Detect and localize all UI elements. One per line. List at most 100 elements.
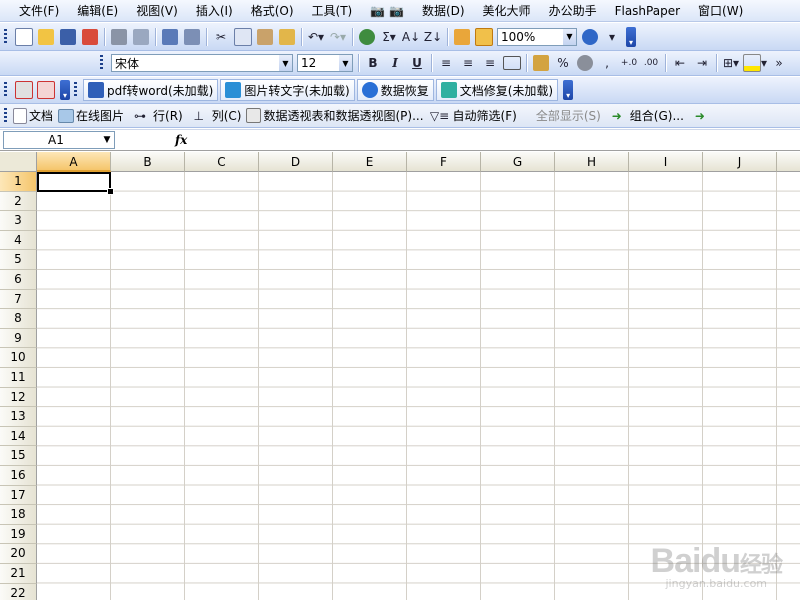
row-header-10[interactable]: 10 [0,348,37,368]
column-header-c[interactable]: C [185,152,259,172]
column-header-e[interactable]: E [333,152,407,172]
row-header-6[interactable]: 6 [0,270,37,290]
save-icon[interactable] [58,27,78,47]
open-icon[interactable] [36,27,56,47]
row-header-20[interactable]: 20 [0,544,37,564]
pivot-table-icon[interactable] [246,108,262,123]
fill-color-icon[interactable]: ▾ [743,53,767,73]
print-icon[interactable] [109,27,129,47]
function-icon[interactable]: fx [175,133,187,147]
euro-icon[interactable] [575,53,595,73]
chevron-down-icon[interactable]: ▼ [339,55,352,71]
italic-button[interactable]: I [385,53,405,73]
image-to-text-button[interactable]: 图片转文字(未加载) [220,79,355,101]
percent-button[interactable]: % [553,53,573,73]
borders-icon[interactable]: ⊞▾ [721,53,741,73]
drawing-icon[interactable] [474,27,494,47]
document-repair-button[interactable]: 文档修复(未加载) [435,79,559,101]
row-header-13[interactable]: 13 [0,407,37,427]
autofilter-icon[interactable]: ▽≡ [430,106,450,126]
new-icon[interactable] [14,27,34,47]
menu-office-assistant[interactable]: 办公助手 [540,0,606,22]
spelling-icon[interactable] [160,27,180,47]
row-header-17[interactable]: 17 [0,485,37,506]
toolbar-handle[interactable] [74,82,77,98]
menu-view[interactable]: 视图(V) [127,0,187,22]
menu-format[interactable]: 格式(O) [242,0,303,22]
column-header-f[interactable]: F [407,152,481,172]
zoom-select[interactable]: 100% ▼ [497,27,577,46]
fill-handle[interactable] [107,188,114,195]
sort-ascending-icon[interactable]: A↓ [401,27,421,47]
name-box[interactable]: A1 ▼ [3,131,115,149]
column-header-b[interactable]: B [111,152,185,172]
document-icon[interactable] [13,107,27,124]
row-header-9[interactable]: 9 [0,328,37,349]
active-cell[interactable] [37,172,111,192]
data-recovery-button[interactable]: 数据恢复 [356,79,434,101]
row-header-22[interactable]: 22 [0,583,37,600]
column-header-d[interactable]: D [259,152,333,172]
row-header-21[interactable]: 21 [0,564,37,584]
row-header-15[interactable]: 15 [0,446,37,466]
undo-icon[interactable]: ↶▾ [306,27,326,47]
hyperlink-icon[interactable] [357,27,377,47]
column-header-j[interactable]: J [703,152,777,172]
font-name-select[interactable]: 宋体 ▼ [111,54,293,72]
row-header-16[interactable]: 16 [0,466,37,486]
show-all-button[interactable]: 全部显示(S) [536,107,601,124]
row-header-14[interactable]: 14 [0,426,37,447]
menu-flashpaper[interactable]: FlashPaper [606,0,689,22]
menu-beautify[interactable]: 美化大师 [474,0,540,22]
print-preview-icon[interactable] [131,27,151,47]
toolbar-options-icon[interactable]: ▾ [626,26,636,47]
copy-icon[interactable] [233,27,253,47]
autosum-icon[interactable]: Σ▾ [379,27,399,47]
formula-input[interactable] [195,131,800,149]
column-icon[interactable]: ⊥ [189,106,209,126]
document-button[interactable]: 文档 [29,107,53,124]
select-all-corner[interactable] [0,152,37,172]
cut-icon[interactable]: ✂ [211,27,231,47]
font-size-select[interactable]: 12 ▼ [297,54,353,72]
autofilter-button[interactable]: 自动筛选(F) [453,107,517,124]
online-image-button[interactable]: 在线图片 [76,107,124,124]
bold-button[interactable]: B [363,53,383,73]
increase-indent-icon[interactable]: ⇥ [692,53,712,73]
sort-descending-icon[interactable]: Z↓ [423,27,443,47]
chevron-down-icon[interactable]: ▼ [279,55,292,71]
currency-icon[interactable] [531,53,551,73]
row-header-4[interactable]: 4 [0,230,37,251]
menu-insert[interactable]: 插入(I) [187,0,242,22]
row-header-19[interactable]: 19 [0,524,37,545]
group-button[interactable]: 组合(G)... [630,107,684,124]
chevron-down-icon[interactable]: ▾ [602,27,622,47]
chevron-down-icon[interactable]: ▼ [563,28,576,45]
menu-camera[interactable]: 📷 📷 [361,0,413,22]
redo-icon[interactable]: ↷▾ [328,27,348,47]
decrease-decimal-icon[interactable]: .00 [641,53,661,73]
toolbar-handle[interactable] [4,28,7,45]
comma-button[interactable]: , [597,53,617,73]
toolbar-options-icon[interactable]: ▾ [563,80,574,100]
pdf-to-word-button[interactable]: pdf转word(未加载) [83,79,219,101]
decrease-indent-icon[interactable]: ⇤ [670,53,690,73]
menu-window[interactable]: 窗口(W) [689,0,752,22]
chart-wizard-icon[interactable] [452,27,472,47]
research-icon[interactable] [182,27,202,47]
align-center-icon[interactable]: ≡ [458,53,478,73]
pivot-table-button[interactable]: 数据透视表和数据透视图(P)... [263,107,423,124]
chevron-down-icon[interactable]: ▼ [100,135,114,145]
column-header-i[interactable]: I [629,152,703,172]
column-header-g[interactable]: G [481,152,555,172]
row-header-7[interactable]: 7 [0,289,37,310]
merge-center-icon[interactable] [502,53,522,73]
pdf-icon[interactable] [14,80,34,100]
row-header-8[interactable]: 8 [0,309,37,329]
row-header-3[interactable]: 3 [0,211,37,231]
toolbar-handle[interactable] [4,107,7,124]
arrow-right-icon[interactable]: ➜ [690,106,710,126]
increase-decimal-icon[interactable]: +.0 [619,53,639,73]
help-icon[interactable] [580,27,600,47]
row-icon[interactable]: ⊶ [130,106,150,126]
